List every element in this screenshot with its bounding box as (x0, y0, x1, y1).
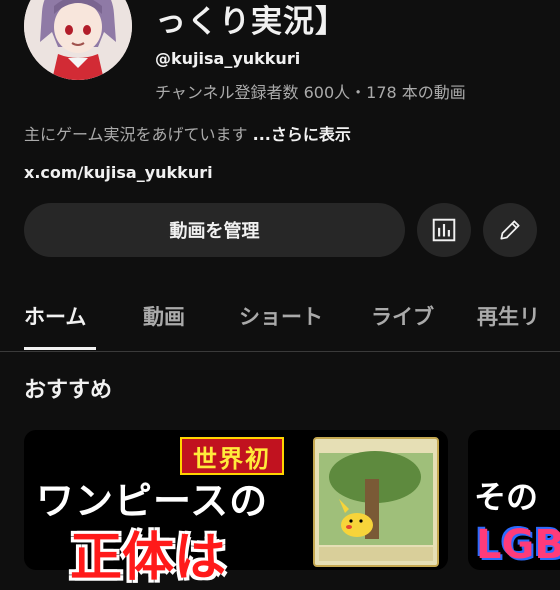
pokemon-card-image (313, 437, 439, 567)
tab-home[interactable]: ホーム (24, 301, 86, 331)
description-text: 主にゲーム実況をあげています (24, 125, 248, 144)
channel-handle: @kujisa_yukkuri (155, 49, 301, 68)
manage-videos-button[interactable]: 動画を管理 (24, 203, 405, 257)
tab-live[interactable]: ライブ (371, 301, 434, 331)
tab-shorts[interactable]: ショート (239, 301, 323, 331)
channel-description[interactable]: 主にゲーム実況をあげています ...さらに表示 (24, 121, 351, 145)
subscriber-count: チャンネル登録者数 600人 (155, 83, 351, 102)
active-tab-indicator (24, 347, 96, 350)
channel-external-link[interactable]: x.com/kujisa_yukkuri (24, 163, 213, 182)
section-title: おすすめ (24, 378, 113, 403)
tab-playlists[interactable]: 再生リ (477, 301, 540, 331)
video-count: 178 本の動画 (366, 83, 466, 102)
stats-separator: ・ (350, 83, 367, 102)
avatar-image (24, 0, 132, 80)
show-more-link[interactable]: ...さらに表示 (253, 125, 351, 144)
pencil-icon (500, 220, 520, 240)
channel-avatar[interactable] (24, 0, 132, 80)
edit-channel-button[interactable] (483, 203, 537, 257)
tab-videos[interactable]: 動画 (143, 301, 185, 331)
channel-tabs: ホーム 動画 ショート ライブ 再生リ (0, 285, 560, 352)
channel-stats: チャンネル登録者数 600人・178 本の動画 (155, 79, 466, 103)
thumbnail-subline: 正体は (70, 528, 227, 588)
channel-title: っくり実況】 (155, 4, 347, 40)
analytics-icon (432, 218, 456, 242)
analytics-button[interactable] (417, 203, 471, 257)
thumbnail-2-headline: その (474, 478, 539, 516)
thumbnail-2-subline: LGB (476, 522, 560, 568)
